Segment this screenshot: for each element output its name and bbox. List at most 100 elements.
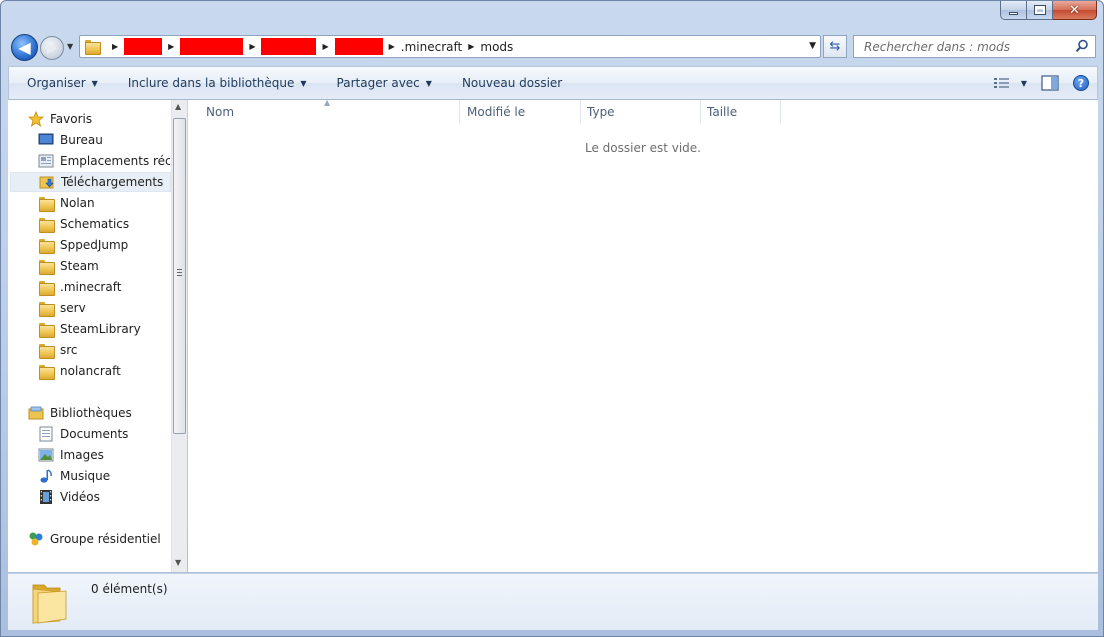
sidebar-item-recent-places[interactable]: Emplacements récents bbox=[38, 151, 170, 171]
share-with-button[interactable]: Partager avec ▼ bbox=[317, 67, 442, 99]
forward-button[interactable]: ▶ bbox=[40, 36, 64, 60]
address-history-dropdown[interactable]: ▼ bbox=[809, 41, 816, 51]
new-folder-button[interactable]: Nouveau dossier bbox=[442, 67, 572, 99]
folder-icon bbox=[84, 39, 101, 55]
search-input[interactable] bbox=[862, 38, 1067, 55]
libraries-icon bbox=[28, 405, 44, 421]
close-button[interactable]: ✕ bbox=[1053, 1, 1097, 20]
sidebar-item-telechargements[interactable]: Téléchargements bbox=[10, 172, 171, 192]
toolbar-right: ▼ ? bbox=[993, 67, 1089, 99]
music-icon bbox=[38, 468, 54, 484]
column-name[interactable]: Nom bbox=[200, 100, 460, 124]
chevron-right-icon[interactable]: ▶ bbox=[249, 42, 255, 51]
breadcrumb-minecraft[interactable]: .minecraft bbox=[401, 40, 462, 54]
sidebar-item-label: serv bbox=[60, 301, 86, 315]
recent-places-icon bbox=[38, 153, 54, 169]
maximize-icon bbox=[1033, 5, 1046, 15]
sidebar-item-label: Téléchargements bbox=[61, 175, 164, 189]
include-library-label: Inclure dans la bibliothèque bbox=[127, 76, 295, 90]
folder-icon bbox=[38, 258, 55, 275]
column-type-label: Type bbox=[587, 105, 615, 119]
sidebar-item-label: Bureau bbox=[60, 133, 103, 147]
folder-icon bbox=[38, 363, 55, 380]
search-icon[interactable] bbox=[1075, 39, 1089, 53]
search-box bbox=[853, 35, 1096, 58]
scroll-thumb[interactable] bbox=[173, 118, 186, 434]
breadcrumb-mods[interactable]: mods bbox=[480, 40, 513, 54]
refresh-button[interactable]: ⇆ bbox=[823, 35, 847, 58]
chevron-right-icon[interactable]: ▶ bbox=[112, 42, 118, 51]
favorites-header[interactable]: Favoris bbox=[28, 109, 190, 129]
column-name-label: Nom bbox=[206, 105, 235, 119]
sidebar-item-label: SppedJump bbox=[60, 238, 129, 252]
column-modified-label: Modifié le bbox=[467, 105, 526, 119]
maximize-button[interactable] bbox=[1027, 1, 1053, 20]
file-list[interactable]: ▲ Nom Modifié le Type Taille Le dossier … bbox=[188, 98, 1098, 572]
chevron-down-icon[interactable]: ▼ bbox=[1021, 79, 1027, 88]
chevron-right-icon[interactable]: ▶ bbox=[322, 42, 328, 51]
include-library-button[interactable]: Inclure dans la bibliothèque ▼ bbox=[108, 67, 317, 99]
command-bar: Organiser ▼ Inclure dans la bibliothèque… bbox=[8, 66, 1098, 100]
scroll-up-icon[interactable]: ▲ bbox=[175, 102, 181, 111]
folder-icon bbox=[38, 300, 55, 317]
organize-button[interactable]: Organiser ▼ bbox=[9, 67, 108, 99]
desktop-icon bbox=[38, 132, 54, 148]
new-folder-label: Nouveau dossier bbox=[461, 76, 563, 90]
folder-icon bbox=[38, 279, 55, 296]
breadcrumb-redacted-2[interactable] bbox=[180, 36, 244, 57]
column-modified[interactable]: Modifié le bbox=[461, 100, 581, 124]
minimize-button[interactable] bbox=[1000, 1, 1027, 20]
navigation-scrollbar[interactable]: ▲ ▼ bbox=[171, 100, 187, 572]
images-icon bbox=[38, 447, 54, 463]
item-count: 0 élément(s) bbox=[91, 582, 168, 596]
homegroup-label: Groupe résidentiel bbox=[50, 532, 161, 546]
column-size[interactable]: Taille bbox=[701, 100, 781, 124]
empty-folder-message: Le dossier est vide. bbox=[584, 141, 701, 155]
folder-icon bbox=[32, 584, 67, 624]
chevron-down-icon: ▼ bbox=[91, 78, 98, 88]
arrow-left-icon: ◀ bbox=[18, 37, 31, 57]
column-type[interactable]: Type bbox=[581, 100, 701, 124]
star-icon bbox=[28, 111, 44, 127]
folder-icon bbox=[38, 342, 55, 359]
libraries-header[interactable]: Bibliothèques bbox=[28, 403, 190, 423]
scroll-down-icon[interactable]: ▼ bbox=[175, 558, 181, 567]
chevron-right-icon[interactable]: ▶ bbox=[168, 42, 174, 51]
documents-icon bbox=[38, 426, 54, 442]
details-pane: 0 élément(s) bbox=[8, 573, 1098, 630]
sidebar-item-label: Images bbox=[60, 448, 104, 462]
back-button[interactable]: ◀ bbox=[11, 34, 38, 61]
share-with-label: Partager avec bbox=[336, 76, 420, 90]
videos-icon bbox=[38, 489, 54, 505]
close-icon: ✕ bbox=[1069, 2, 1080, 18]
chevron-right-icon[interactable]: ▶ bbox=[468, 42, 474, 51]
address-bar[interactable]: ▶ ▶ ▶ ▶ ▶ .minecraft ▶ mods ▼ bbox=[79, 35, 821, 58]
address-row: ◀ ▶ ▼ ▶ ▶ ▶ ▶ ▶ .minecraft ▶ mods ▼ ⇆ bbox=[1, 29, 1103, 65]
change-view-button[interactable]: ▼ bbox=[993, 76, 1027, 90]
sidebar-item-label: Musique bbox=[60, 469, 111, 483]
sidebar-item-label: SteamLibrary bbox=[60, 322, 141, 336]
breadcrumb-redacted-4[interactable] bbox=[334, 36, 383, 57]
navigation-pane: Favoris Bureau Emplacements récents Télé… bbox=[8, 100, 187, 572]
sidebar-item-label: nolancraft bbox=[60, 364, 121, 378]
preview-pane-icon[interactable] bbox=[1041, 75, 1059, 91]
homegroup-header[interactable]: Groupe résidentiel bbox=[28, 529, 190, 549]
sidebar-item-label: src bbox=[60, 343, 78, 357]
breadcrumb-redacted-3[interactable] bbox=[261, 36, 317, 57]
sidebar-item-label: .minecraft bbox=[60, 280, 122, 294]
view-list-icon bbox=[993, 78, 1009, 88]
arrow-right-icon: ▶ bbox=[47, 40, 57, 56]
folder-icon bbox=[38, 237, 55, 254]
caption-buttons: ✕ bbox=[1000, 1, 1097, 21]
homegroup-icon bbox=[28, 531, 44, 547]
explorer-window: ✕ ◀ ▶ ▼ ▶ ▶ ▶ ▶ ▶ .minecraft ▶ mods ▼ ⇆ … bbox=[0, 0, 1104, 637]
chevron-down-icon: ▼ bbox=[425, 78, 432, 88]
chevron-right-icon[interactable]: ▶ bbox=[389, 42, 395, 51]
recent-pages-dropdown[interactable]: ▼ bbox=[67, 42, 73, 51]
sidebar-item-label: Schematics bbox=[60, 217, 130, 231]
folder-icon bbox=[38, 195, 55, 212]
help-icon[interactable]: ? bbox=[1073, 75, 1089, 91]
breadcrumb-redacted-1[interactable] bbox=[124, 36, 163, 57]
minimize-icon bbox=[1009, 11, 1018, 15]
column-headers: ▲ Nom Modifié le Type Taille bbox=[188, 98, 1098, 124]
